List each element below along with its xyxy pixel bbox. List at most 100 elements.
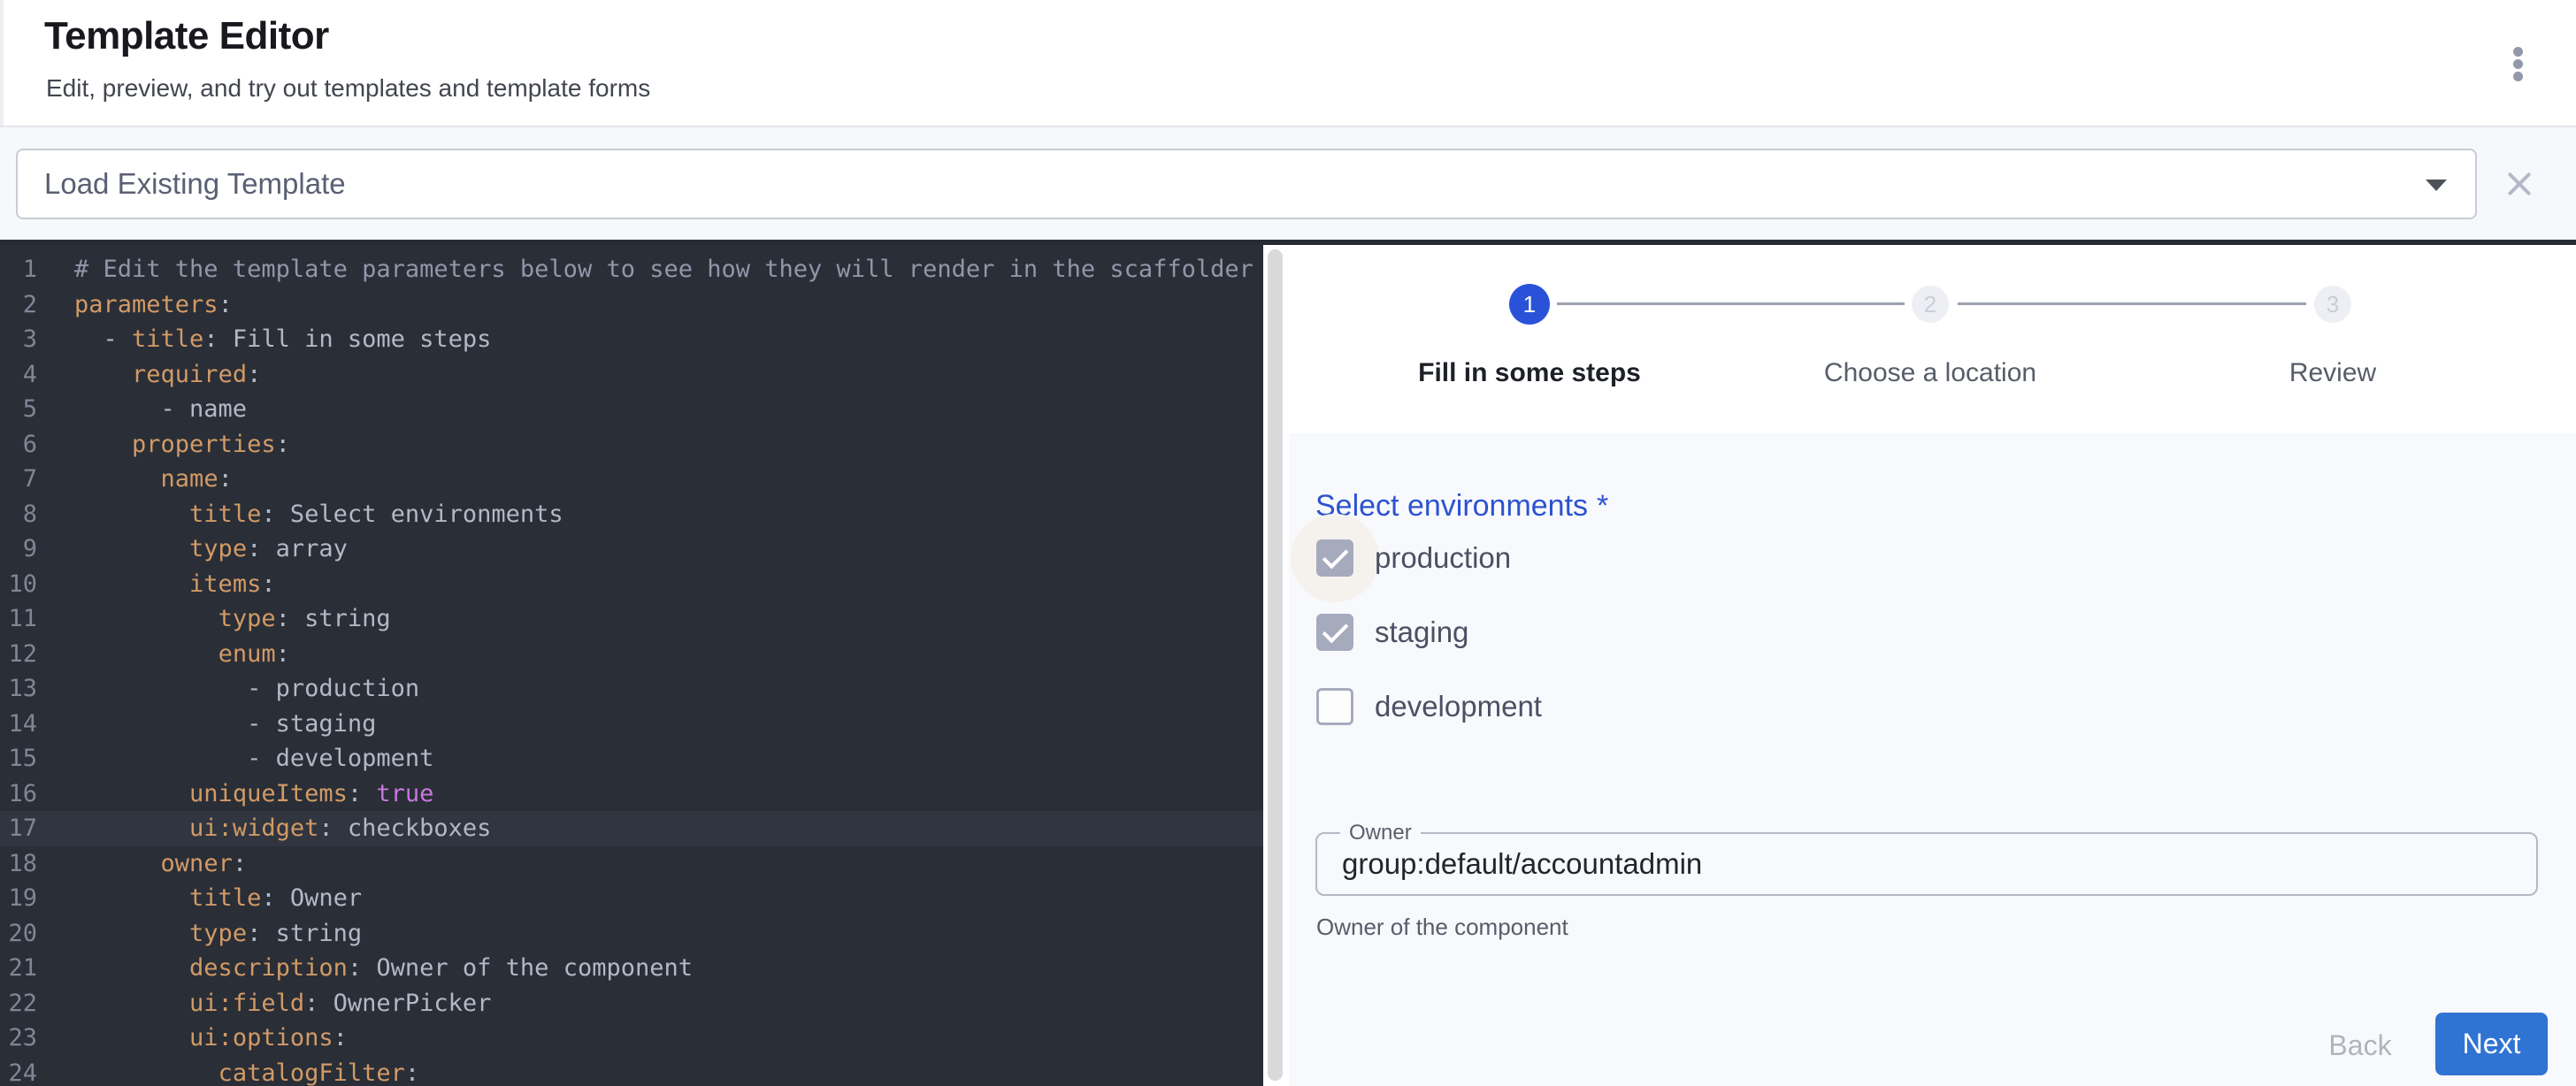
kebab-dot-icon	[2513, 59, 2523, 69]
line-number: 24	[0, 1056, 37, 1086]
caret-down-icon	[2426, 180, 2447, 191]
code-line: 23 ui:options:	[0, 1021, 1263, 1056]
code-text: name:	[37, 462, 233, 497]
line-number: 2	[0, 287, 37, 323]
code-text: - title: Fill in some steps	[37, 322, 491, 357]
line-number: 6	[0, 427, 37, 463]
line-number: 14	[0, 707, 37, 742]
page-subtitle: Edit, preview, and try out templates and…	[46, 74, 650, 103]
code-text: - staging	[37, 707, 376, 742]
page-title: Template Editor	[44, 14, 329, 58]
close-icon[interactable]	[2505, 171, 2532, 197]
load-template-select[interactable]: Load Existing Template	[16, 149, 2477, 219]
template-form: Select environments* productionstagingde…	[1289, 433, 2576, 1086]
line-number: 8	[0, 497, 37, 532]
code-text: type: array	[37, 532, 348, 567]
code-text: properties:	[37, 427, 290, 463]
code-line: 12 enum:	[0, 637, 1263, 672]
code-line: 16 uniqueItems: true	[0, 776, 1263, 812]
template-editor-page: Template Editor Edit, preview, and try o…	[0, 0, 2576, 1086]
code-text: ui:options:	[37, 1021, 348, 1056]
code-text: catalogFilter:	[37, 1056, 419, 1086]
card-edge	[0, 0, 4, 126]
line-number: 7	[0, 462, 37, 497]
code-text: items:	[37, 567, 276, 602]
step-label: Choose a location	[1824, 358, 2036, 388]
checkbox-checked-icon[interactable]	[1316, 614, 1353, 651]
line-number: 16	[0, 776, 37, 812]
step-circle-2: 2	[1912, 286, 1949, 323]
code-line: 7 name:	[0, 462, 1263, 497]
line-number: 21	[0, 951, 37, 986]
code-line: 11 type: string	[0, 601, 1263, 637]
code-line: 3 - title: Fill in some steps	[0, 322, 1263, 357]
code-line: 14 - staging	[0, 707, 1263, 742]
code-text: parameters:	[37, 287, 233, 323]
code-text: # Edit the template parameters below to …	[37, 252, 1263, 287]
line-number: 3	[0, 322, 37, 357]
code-line: 13 - production	[0, 671, 1263, 707]
code-text: type: string	[37, 601, 391, 637]
kebab-dot-icon	[2513, 72, 2523, 81]
back-button[interactable]: Back	[2303, 1016, 2418, 1075]
step-label: Fill in some steps	[1418, 358, 1641, 388]
code-line: 9 type: array	[0, 532, 1263, 567]
line-number: 13	[0, 671, 37, 707]
code-line: 22 ui:field: OwnerPicker	[0, 986, 1263, 1021]
scrollbar-thumb[interactable]	[1268, 249, 1283, 1081]
checkbox-label: development	[1375, 690, 1542, 723]
more-options-button[interactable]	[2498, 44, 2537, 83]
code-line: 4 required:	[0, 357, 1263, 393]
step-circle-3: 3	[2314, 286, 2351, 323]
code-text: title: Select environments	[37, 497, 564, 532]
code-text: title: Owner	[37, 881, 362, 916]
line-number: 1	[0, 252, 37, 287]
code-text: owner:	[37, 846, 247, 882]
code-line: 5 - name	[0, 392, 1263, 427]
code-text: ui:widget: checkboxes	[37, 811, 491, 846]
code-text: description: Owner of the component	[37, 951, 693, 986]
editor-scroll-gutter	[1263, 245, 1289, 1086]
code-text: - production	[37, 671, 419, 707]
code-line: 18 owner:	[0, 846, 1263, 882]
line-number: 20	[0, 916, 37, 952]
step-circle-1: 1	[1509, 284, 1550, 325]
owner-field[interactable]: Owner group:default/accountadmin	[1315, 832, 2538, 896]
code-line: 15 - development	[0, 741, 1263, 776]
next-button[interactable]: Next	[2435, 1013, 2548, 1075]
line-number: 22	[0, 986, 37, 1021]
line-number: 11	[0, 601, 37, 637]
step-connector	[1958, 302, 2306, 305]
checkbox-label: staging	[1375, 616, 1468, 649]
code-text: - development	[37, 741, 433, 776]
code-editor[interactable]: 1# Edit the template parameters below to…	[0, 245, 1263, 1086]
code-line: 20 type: string	[0, 916, 1263, 952]
owner-field-value: group:default/accountadmin	[1342, 834, 1702, 894]
code-line: 8 title: Select environments	[0, 497, 1263, 532]
page-header: Template Editor Edit, preview, and try o…	[0, 0, 2576, 127]
kebab-dot-icon	[2513, 47, 2523, 57]
code-line: 1# Edit the template parameters below to…	[0, 252, 1263, 287]
checkbox-option-production[interactable]: production	[1316, 539, 1511, 577]
step-connector	[1557, 302, 1905, 305]
checkbox-option-development[interactable]: development	[1316, 688, 1542, 725]
code-line: 21 description: Owner of the component	[0, 951, 1263, 986]
checkbox-unchecked-icon[interactable]	[1316, 688, 1353, 725]
checkbox-checked-icon[interactable]	[1316, 539, 1353, 577]
main-split: 1# Edit the template parameters below to…	[0, 245, 2576, 1086]
checkbox-option-staging[interactable]: staging	[1316, 614, 1468, 651]
code-line: 19 title: Owner	[0, 881, 1263, 916]
code-line: 2parameters:	[0, 287, 1263, 323]
line-number: 18	[0, 846, 37, 882]
template-loader-bar: Load Existing Template	[0, 127, 2576, 245]
code-text: required:	[37, 357, 261, 393]
code-text: - name	[37, 392, 247, 427]
line-number: 4	[0, 357, 37, 393]
code-line: 10 items:	[0, 567, 1263, 602]
line-number: 19	[0, 881, 37, 916]
line-number: 17	[0, 811, 37, 846]
code-line: 17 ui:widget: checkboxes	[0, 811, 1263, 846]
checkbox-label: production	[1375, 541, 1511, 575]
stepper: 1Fill in some steps2Choose a location3Re…	[1289, 245, 2576, 433]
code-text: type: string	[37, 916, 362, 952]
